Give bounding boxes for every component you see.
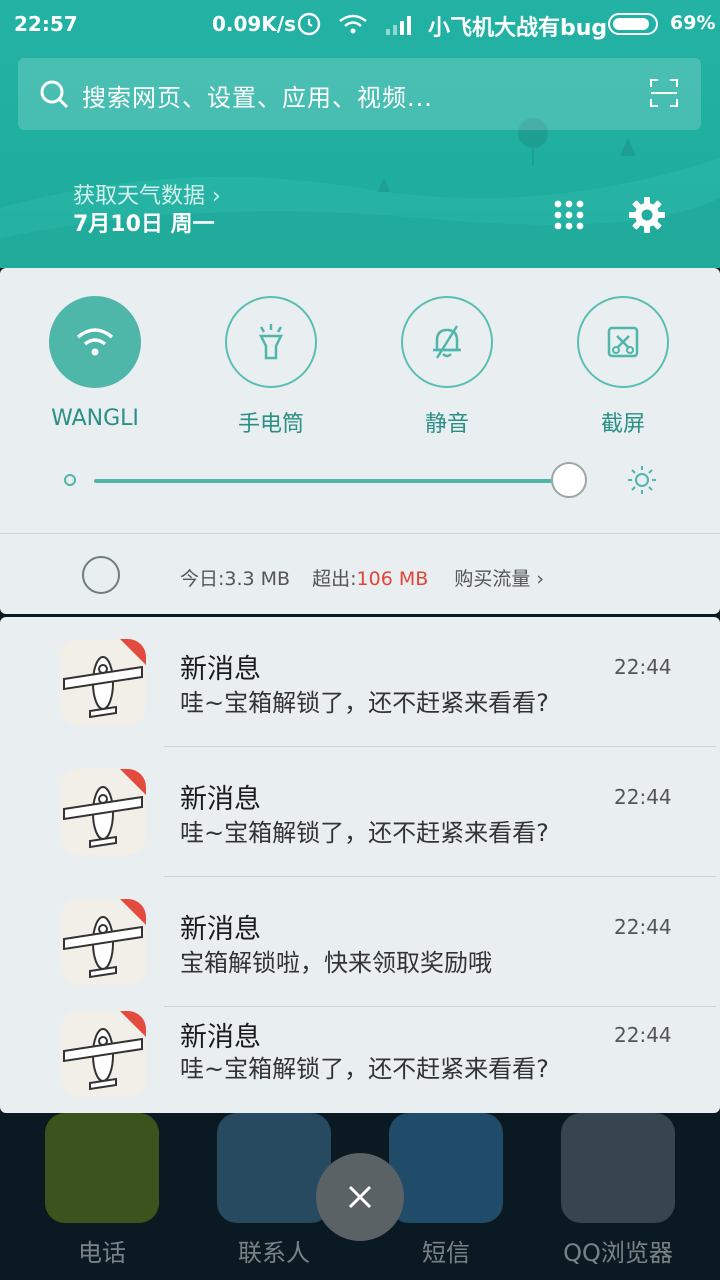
- data-over-value: 106 MB: [356, 568, 429, 590]
- toggle-flashlight[interactable]: 手电筒: [183, 296, 359, 438]
- data-usage-indicator: [82, 556, 120, 594]
- dock-label-qq-browser: QQ浏览器: [563, 1239, 673, 1267]
- search-placeholder: 搜索网页、设置、应用、视频...: [82, 84, 433, 112]
- dock-label-contacts: 联系人: [238, 1239, 310, 1267]
- quick-settings-panel: WANGLI 手电筒 静音 截屏 今日:3.3 MB 超出:106 MB 购买流…: [0, 268, 720, 614]
- phone-app-icon: [45, 1113, 159, 1223]
- alarm-icon: [297, 12, 321, 36]
- notification-list: 新消息 哇~宝箱解锁了，还不赶紧来看看? 22:44 新消息 哇~宝箱解锁了，还…: [0, 617, 720, 1113]
- brightness-track[interactable]: [94, 479, 569, 483]
- brightness-low-icon: [64, 474, 76, 486]
- plane-game-app-icon: [60, 1011, 146, 1097]
- brightness-thumb[interactable]: [551, 462, 587, 498]
- battery-icon: [608, 13, 658, 35]
- battery-percent: 69%: [670, 12, 716, 34]
- toggle-wifi-label: WANGLI: [51, 406, 139, 431]
- app-grid-icon[interactable]: [552, 198, 586, 232]
- dock-label-messages: 短信: [422, 1239, 470, 1267]
- notification-time: 22:44: [614, 915, 672, 939]
- notification-body: 哇~宝箱解锁了，还不赶紧来看看?: [180, 689, 549, 717]
- notification-item[interactable]: 新消息 哇~宝箱解锁了，还不赶紧来看看? 22:44: [0, 1005, 720, 1113]
- brightness-high-icon: [628, 466, 656, 494]
- notification-body: 哇~宝箱解锁了，还不赶紧来看看?: [180, 1055, 549, 1083]
- notification-title: 新消息: [180, 784, 261, 815]
- notification-body: 宝箱解锁啦，快来领取奖励哦: [180, 949, 492, 977]
- dock-label-phone: 电话: [78, 1239, 126, 1267]
- toggle-screenshot-label: 截屏: [600, 412, 645, 437]
- notification-item[interactable]: 新消息 哇~宝箱解锁了，还不赶紧来看看? 22:44: [0, 617, 720, 747]
- data-over-label: 超出:: [312, 568, 357, 590]
- notification-time: 22:44: [614, 1023, 672, 1047]
- data-today: 今日:3.3 MB: [180, 568, 291, 590]
- toggle-screenshot[interactable]: 截屏: [535, 296, 711, 438]
- carrier-name: 小飞机大战有bug: [428, 16, 608, 41]
- notification-title: 新消息: [180, 654, 261, 685]
- toggle-mute-label: 静音: [424, 412, 469, 437]
- plane-game-app-icon: [60, 769, 146, 855]
- clear-notifications-button[interactable]: [316, 1153, 404, 1241]
- status-time: 22:57: [14, 12, 78, 36]
- qq-browser-app-icon: [561, 1113, 675, 1223]
- buy-data-link[interactable]: 购买流量 ›: [454, 568, 544, 590]
- toggle-flashlight-label: 手电筒: [237, 412, 304, 437]
- status-bar: 22:57 0.09K/s 小飞机大战有bug 69%: [0, 0, 720, 50]
- plane-game-app-icon: [60, 639, 146, 725]
- notification-time: 22:44: [614, 655, 672, 679]
- search-bar[interactable]: 搜索网页、设置、应用、视频...: [18, 58, 701, 130]
- notification-time: 22:44: [614, 785, 672, 809]
- signal-icon: [386, 16, 411, 35]
- wifi-icon: [49, 296, 141, 388]
- toggle-wifi[interactable]: WANGLI: [7, 296, 183, 431]
- notification-item[interactable]: 新消息 宝箱解锁啦，快来领取奖励哦 22:44: [0, 877, 720, 1007]
- notification-item[interactable]: 新消息 哇~宝箱解锁了，还不赶紧来看看? 22:44: [0, 747, 720, 877]
- close-icon: [348, 1185, 372, 1209]
- data-usage-text: 今日:3.3 MB 超出:106 MB 购买流量 ›: [180, 564, 544, 591]
- contacts-app-icon: [217, 1113, 331, 1223]
- date-label: 7月10日 周一: [73, 212, 215, 237]
- brightness-slider[interactable]: [0, 458, 720, 498]
- plane-game-app-icon: [60, 899, 146, 985]
- wifi-status-icon: [339, 14, 367, 34]
- toggle-mute[interactable]: 静音: [359, 296, 535, 438]
- screenshot-icon: [577, 296, 669, 388]
- mute-bell-icon: [401, 296, 493, 388]
- messages-app-icon: [389, 1113, 503, 1223]
- search-icon: [40, 80, 69, 109]
- flashlight-icon: [225, 296, 317, 388]
- network-speed: 0.09K/s: [212, 12, 297, 36]
- notification-shade-header: 22:57 0.09K/s 小飞机大战有bug 69% 搜索网页、设置、应用、视…: [0, 0, 720, 268]
- gear-icon[interactable]: [628, 196, 666, 234]
- data-usage-row: 今日:3.3 MB 超出:106 MB 购买流量 ›: [0, 534, 720, 614]
- scan-icon[interactable]: [649, 78, 679, 108]
- notification-body: 哇~宝箱解锁了，还不赶紧来看看?: [180, 819, 549, 847]
- notification-title: 新消息: [180, 914, 261, 945]
